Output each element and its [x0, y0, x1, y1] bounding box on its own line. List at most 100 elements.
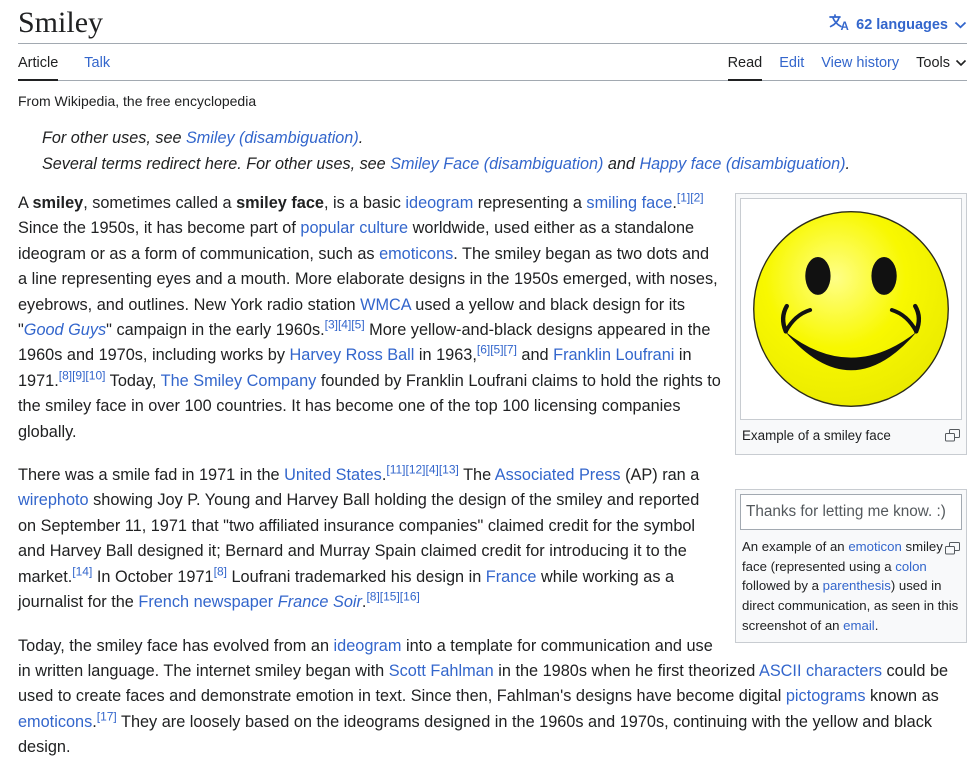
text-run: known as	[865, 687, 939, 706]
wiki-link[interactable]: popular culture	[300, 219, 408, 237]
wiki-link[interactable]: ideogram	[334, 637, 402, 655]
wiki-link[interactable]: Smiley (disambiguation)	[186, 129, 359, 147]
wiki-link[interactable]: emoticons	[18, 713, 92, 731]
site-subtitle: From Wikipedia, the free encyclopedia	[18, 93, 257, 109]
wiki-link[interactable]: France Soir	[278, 593, 362, 611]
tab-read-label: Read	[727, 55, 763, 71]
view-tabs: Read Edit View history Tools	[727, 50, 967, 81]
text-run: in the 1980s when he first theorized	[493, 661, 759, 680]
reference-link[interactable]: [17]	[97, 709, 117, 723]
thumbnail-caption: An example of an emoticon smiley face (r…	[740, 530, 962, 638]
article-body: Example of a smiley face Thanks for lett…	[18, 191, 967, 761]
wikipedia-article-page: Smiley A 62 languages Article Talk Read …	[0, 0, 979, 761]
reference-link[interactable]: [3][4][5]	[325, 318, 365, 332]
wiki-link[interactable]: ASCII characters	[759, 662, 882, 680]
wiki-link[interactable]: email	[843, 618, 875, 633]
wiki-link[interactable]: The Smiley Company	[161, 372, 317, 390]
text-run: They are loosely based on the ideograms …	[18, 712, 932, 757]
tab-view-history[interactable]: View history	[821, 50, 899, 80]
wiki-link[interactable]: pictograms	[786, 687, 866, 705]
text-run: There was a smile fad in 1971 in the	[18, 466, 285, 485]
wiki-link[interactable]: Harvey Ross Ball	[290, 346, 415, 364]
page-title: Smiley	[18, 6, 104, 39]
bold-text: smiley face	[236, 194, 324, 212]
tab-talk[interactable]: Talk	[84, 50, 110, 80]
wiki-link[interactable]: Smiley Face (disambiguation)	[390, 155, 603, 173]
tab-edit-label: Edit	[779, 55, 805, 71]
email-text: Thanks for letting me know. :)	[746, 503, 946, 520]
reference-link[interactable]: [14]	[72, 564, 92, 578]
smiley-thumbnail: Example of a smiley face	[735, 193, 967, 455]
wiki-link[interactable]: WMCA	[360, 296, 411, 314]
wiki-link[interactable]: ideogram	[405, 194, 473, 212]
wiki-link[interactable]: emoticon	[848, 539, 902, 554]
translate-icon: A	[828, 14, 850, 35]
wiki-link[interactable]: Good Guys	[24, 321, 106, 339]
tools-menu-button[interactable]: Tools	[916, 50, 967, 80]
text-run: , is a basic	[323, 194, 406, 212]
text-run: , sometimes called a	[83, 194, 237, 212]
tab-article-label: Article	[18, 55, 59, 71]
tab-article[interactable]: Article	[18, 50, 59, 81]
wiki-link[interactable]: smiling face	[586, 194, 672, 212]
reference-link[interactable]: [8][15][16]	[366, 590, 419, 604]
email-screenshot-image[interactable]: Thanks for letting me know. :)	[740, 494, 962, 530]
tab-edit[interactable]: Edit	[779, 50, 804, 80]
namespace-tabs: Article Talk	[18, 50, 110, 81]
text-run: (AP) ran a	[620, 466, 700, 485]
hatnote: Several terms redirect here. For other u…	[42, 151, 967, 177]
bold-text: smiley	[32, 194, 84, 212]
wiki-link[interactable]: emoticons	[379, 245, 453, 263]
languages-button[interactable]: A 62 languages	[828, 14, 967, 35]
reference-link[interactable]: [1][2]	[677, 191, 704, 205]
emoticon-thumbnail: Thanks for letting me know. :) An exampl…	[735, 489, 967, 643]
wiki-link[interactable]: Associated Press	[495, 466, 621, 484]
svg-text:A: A	[841, 21, 849, 31]
text-run: Loufrani trademarked his design in	[226, 567, 486, 586]
wiki-link[interactable]: parenthesis	[823, 578, 891, 593]
text-run: Today,	[105, 371, 161, 390]
text-run: representing a	[473, 194, 587, 212]
text-run: .	[845, 155, 851, 173]
wiki-link[interactable]: colon	[895, 559, 927, 574]
image-caption-text: Example of a smiley face	[742, 428, 891, 443]
text-run: Several terms redirect here. For other u…	[42, 155, 391, 173]
text-run: " campaign in the early 1960s.	[106, 321, 325, 340]
text-run: and	[516, 346, 554, 365]
reference-link[interactable]: [8][9][10]	[59, 368, 106, 382]
magnify-icon[interactable]	[945, 541, 960, 561]
hatnote: For other uses, see Smiley (disambiguati…	[42, 125, 967, 151]
chevron-down-icon	[955, 55, 967, 71]
wiki-link[interactable]: Scott Fahlman	[389, 662, 494, 680]
reference-link[interactable]: [11][12][4][13]	[386, 463, 459, 477]
smiley-face-graphic	[753, 211, 949, 407]
smiley-face-image[interactable]	[740, 198, 962, 420]
thumbnail-caption: Example of a smiley face	[740, 420, 962, 450]
text-run: An example of an	[742, 539, 849, 554]
wiki-link[interactable]: France	[486, 568, 537, 586]
text-run: Today, the smiley face has evolved from …	[18, 636, 334, 655]
wiki-link[interactable]: Happy face (disambiguation)	[639, 155, 845, 173]
text-run: The	[458, 466, 495, 485]
text-run: For other uses, see	[42, 129, 186, 147]
article-tab-bar: Article Talk Read Edit View history Tool…	[18, 50, 967, 81]
wiki-link[interactable]: Franklin Loufrani	[553, 346, 674, 364]
article-paragraph: Today, the smiley face has evolved from …	[18, 634, 967, 761]
hatnotes: For other uses, see Smiley (disambiguati…	[42, 125, 967, 177]
article-header: Smiley A 62 languages	[18, 0, 967, 44]
languages-label: 62 languages	[856, 16, 948, 33]
tab-read[interactable]: Read	[727, 50, 763, 81]
text-run: Since the 1950s, it has become part of	[18, 219, 301, 238]
text-run: .	[358, 129, 364, 147]
wiki-link[interactable]: wirephoto	[18, 491, 89, 509]
wiki-link[interactable]: United States	[284, 466, 382, 484]
wiki-link[interactable]: French newspaper	[138, 593, 273, 611]
text-run: followed by a	[742, 578, 823, 594]
reference-link[interactable]: [6][5][7]	[477, 343, 517, 357]
reference-link[interactable]: [8]	[214, 564, 227, 578]
tab-view-history-label: View history	[821, 55, 900, 71]
tab-talk-label: Talk	[84, 55, 111, 71]
text-run: .	[874, 617, 879, 633]
magnify-icon[interactable]	[945, 429, 960, 447]
text-run: In October 1971	[92, 567, 214, 586]
